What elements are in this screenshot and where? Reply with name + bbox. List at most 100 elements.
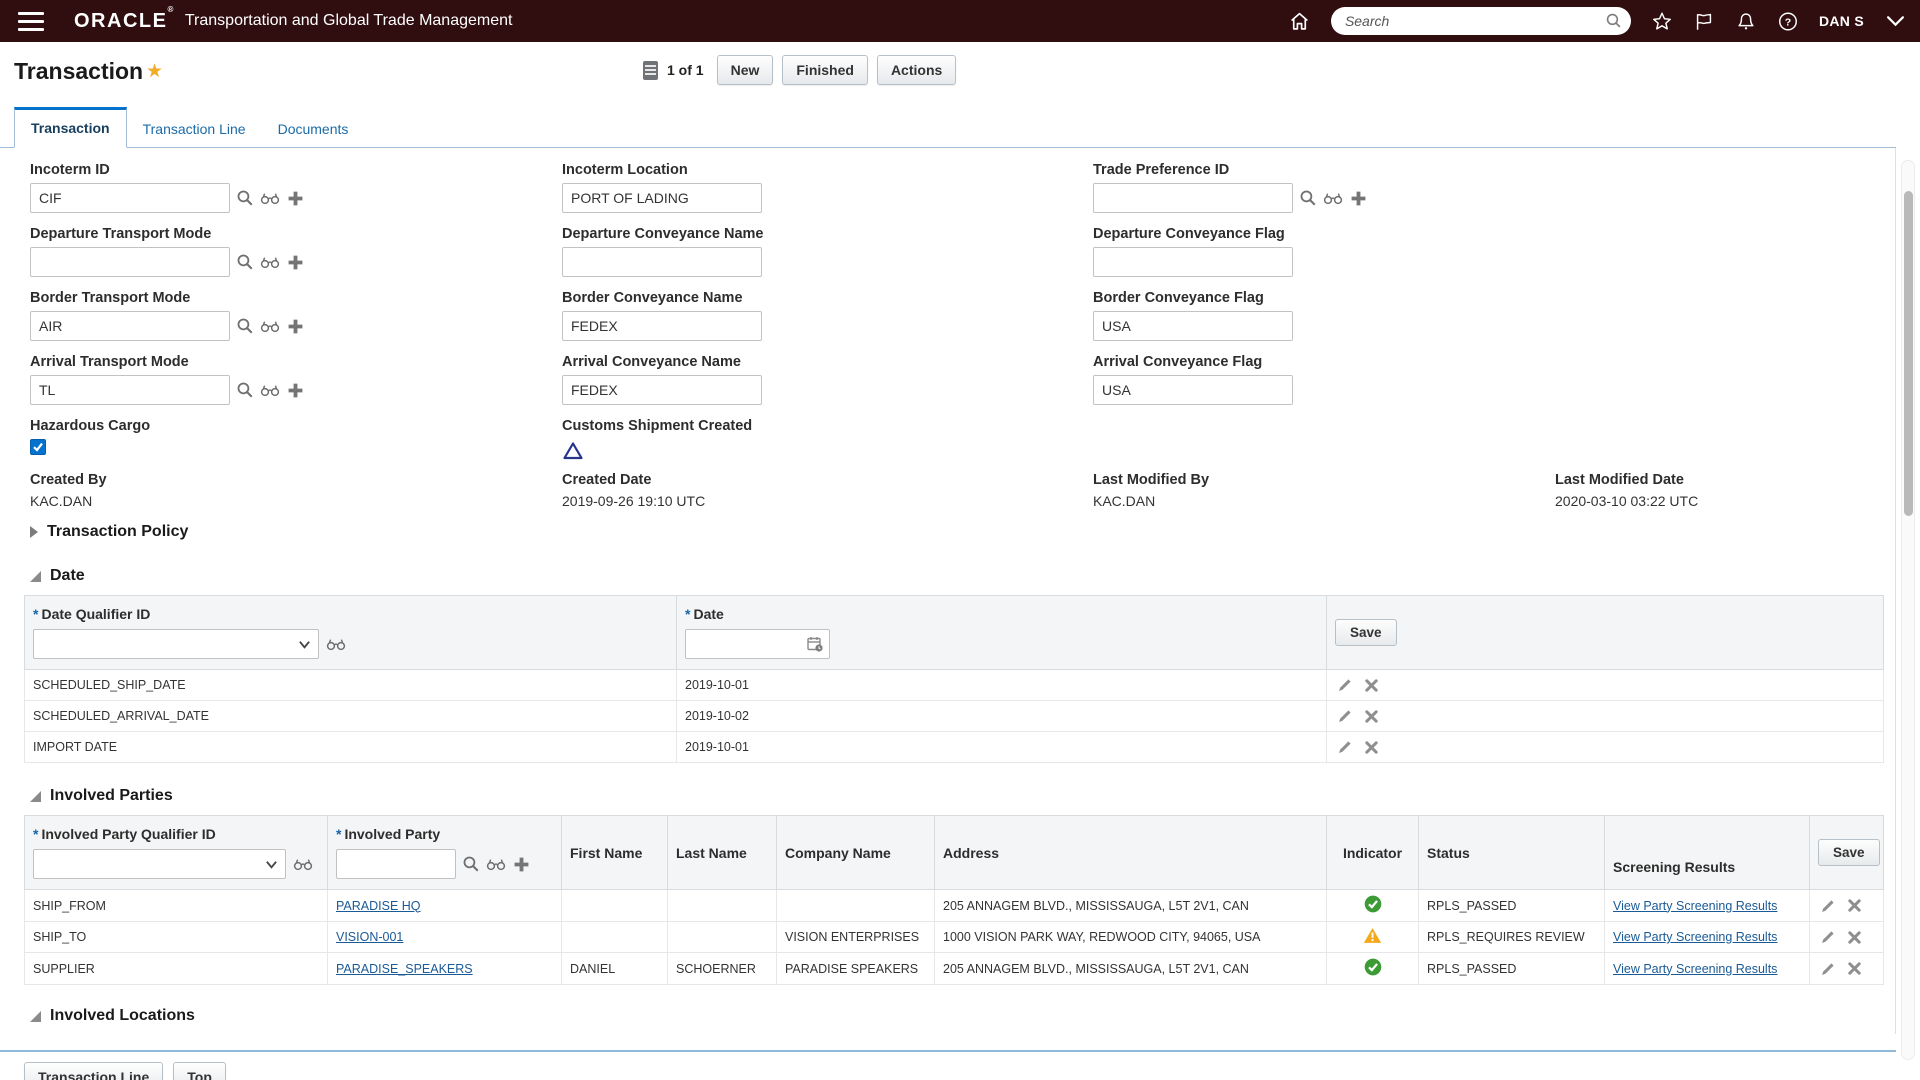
edit-pencil-icon[interactable] <box>1335 675 1355 695</box>
binoculars-icon[interactable] <box>326 634 346 654</box>
add-icon[interactable] <box>1348 188 1368 208</box>
border-conveyance-flag-input[interactable] <box>1093 311 1293 341</box>
search-lov-icon[interactable] <box>235 316 255 336</box>
section-involved-locations[interactable]: Involved Locations <box>0 1007 1895 1025</box>
company-name-cell: PARADISE SPEAKERS <box>776 952 935 985</box>
search-icon[interactable] <box>1605 12 1622 34</box>
top-button[interactable]: Top <box>173 1062 226 1080</box>
user-menu[interactable]: DAN S <box>1819 13 1864 29</box>
edit-pencil-icon[interactable] <box>1818 959 1838 979</box>
party-qualifier-select[interactable] <box>33 849 286 879</box>
last-name-cell <box>667 921 777 953</box>
arrival-conveyance-flag-input[interactable] <box>1093 375 1293 405</box>
search-lov-icon[interactable] <box>461 854 481 874</box>
binoculars-icon[interactable] <box>260 316 280 336</box>
party-link[interactable]: PARADISE HQ <box>336 899 421 913</box>
add-icon[interactable] <box>285 380 305 400</box>
date-save-button[interactable]: Save <box>1335 619 1397 646</box>
add-icon[interactable] <box>285 188 305 208</box>
favorite-star-icon[interactable]: ★ <box>146 60 163 83</box>
binoculars-icon[interactable] <box>1323 188 1343 208</box>
transaction-line-button[interactable]: Transaction Line <box>24 1062 164 1080</box>
scrollbar-thumb[interactable] <box>1903 191 1913 516</box>
search-lov-icon[interactable] <box>235 188 255 208</box>
vertical-scrollbar[interactable] <box>1901 160 1915 1060</box>
delete-x-icon[interactable] <box>1361 675 1381 695</box>
transaction-form: Incoterm ID Incoterm Location Trade Pref… <box>0 148 1895 509</box>
column-header: Company Name <box>785 844 891 861</box>
date-qualifier-select[interactable] <box>33 629 319 659</box>
menu-icon[interactable] <box>18 11 44 31</box>
actions-button[interactable]: Actions <box>876 55 957 85</box>
binoculars-icon[interactable] <box>260 380 280 400</box>
section-involved-parties[interactable]: Involved Parties <box>0 787 1895 805</box>
field-label: Created By <box>30 472 107 488</box>
border-conveyance-name-input[interactable] <box>562 311 762 341</box>
search-lov-icon[interactable] <box>235 252 255 272</box>
section-title: Involved Parties <box>50 787 173 804</box>
search-lov-icon[interactable] <box>1298 188 1318 208</box>
indicator-passed-icon <box>1364 895 1382 916</box>
delete-x-icon[interactable] <box>1844 927 1864 947</box>
user-chevron-down-icon[interactable] <box>1884 10 1906 32</box>
finished-button[interactable]: Finished <box>782 55 868 85</box>
delete-x-icon[interactable] <box>1361 737 1381 757</box>
date-picker-icon[interactable] <box>806 635 824 656</box>
tab-transaction-line[interactable]: Transaction Line <box>127 111 262 148</box>
delete-x-icon[interactable] <box>1844 896 1864 916</box>
tab-documents[interactable]: Documents <box>262 111 365 148</box>
binoculars-icon[interactable] <box>486 854 506 874</box>
field-departure-transport-mode: Departure Transport Mode <box>30 226 562 277</box>
help-icon[interactable]: ? <box>1777 10 1799 32</box>
notifications-bell-icon[interactable] <box>1735 10 1757 32</box>
field-label: Trade Preference ID <box>1093 162 1230 178</box>
party-link[interactable]: VISION-001 <box>336 930 403 944</box>
arrival-conveyance-name-input[interactable] <box>562 375 762 405</box>
view-screening-results-link[interactable]: View Party Screening Results <box>1613 930 1777 944</box>
address-cell: 205 ANNAGEM BLVD., MISSISSAUGA, L5T 2V1,… <box>934 952 1327 985</box>
header-actions: ? DAN S <box>1289 0 1906 42</box>
departure-conveyance-flag-input[interactable] <box>1093 247 1293 277</box>
delete-x-icon[interactable] <box>1844 959 1864 979</box>
party-link[interactable]: PARADISE_SPEAKERS <box>336 962 473 976</box>
search-input[interactable] <box>1330 7 1631 35</box>
search-lov-icon[interactable] <box>235 380 255 400</box>
new-button[interactable]: New <box>716 55 774 85</box>
record-list-icon[interactable] <box>643 60 658 80</box>
trade-preference-id-input[interactable] <box>1093 183 1293 213</box>
section-transaction-policy[interactable]: Transaction Policy <box>0 523 1895 541</box>
incoterm-location-input[interactable] <box>562 183 762 213</box>
view-screening-results-link[interactable]: View Party Screening Results <box>1613 962 1777 976</box>
parties-save-button[interactable]: Save <box>1818 839 1880 866</box>
tabbar: Transaction Transaction Line Documents <box>0 104 1920 148</box>
indicator-warning-icon <box>1363 928 1382 947</box>
add-icon[interactable] <box>511 854 531 874</box>
flag-icon[interactable] <box>1693 10 1715 32</box>
binoculars-icon[interactable] <box>260 188 280 208</box>
binoculars-icon[interactable] <box>293 854 313 874</box>
edit-pencil-icon[interactable] <box>1818 896 1838 916</box>
edit-pencil-icon[interactable] <box>1335 737 1355 757</box>
section-date[interactable]: Date <box>0 567 1895 585</box>
field-last-modified-by: Last Modified By KAC.DAN <box>1093 472 1555 509</box>
incoterm-id-input[interactable] <box>30 183 230 213</box>
favorites-star-icon[interactable] <box>1651 10 1673 32</box>
last-modified-by-value: KAC.DAN <box>1093 493 1156 509</box>
involved-party-input[interactable] <box>336 849 456 879</box>
edit-pencil-icon[interactable] <box>1818 927 1838 947</box>
view-screening-results-link[interactable]: View Party Screening Results <box>1613 899 1777 913</box>
add-icon[interactable] <box>285 316 305 336</box>
hazardous-cargo-checkbox[interactable] <box>30 439 46 455</box>
departure-conveyance-name-input[interactable] <box>562 247 762 277</box>
home-icon[interactable] <box>1289 10 1311 32</box>
edit-pencil-icon[interactable] <box>1335 706 1355 726</box>
arrival-transport-mode-input[interactable] <box>30 375 230 405</box>
binoculars-icon[interactable] <box>260 252 280 272</box>
company-name-header-cell: Company Name <box>776 815 935 890</box>
parties-save-header-cell: Save <box>1809 815 1884 890</box>
delete-x-icon[interactable] <box>1361 706 1381 726</box>
departure-transport-mode-input[interactable] <box>30 247 230 277</box>
border-transport-mode-input[interactable] <box>30 311 230 341</box>
add-icon[interactable] <box>285 252 305 272</box>
tab-transaction[interactable]: Transaction <box>14 107 127 148</box>
